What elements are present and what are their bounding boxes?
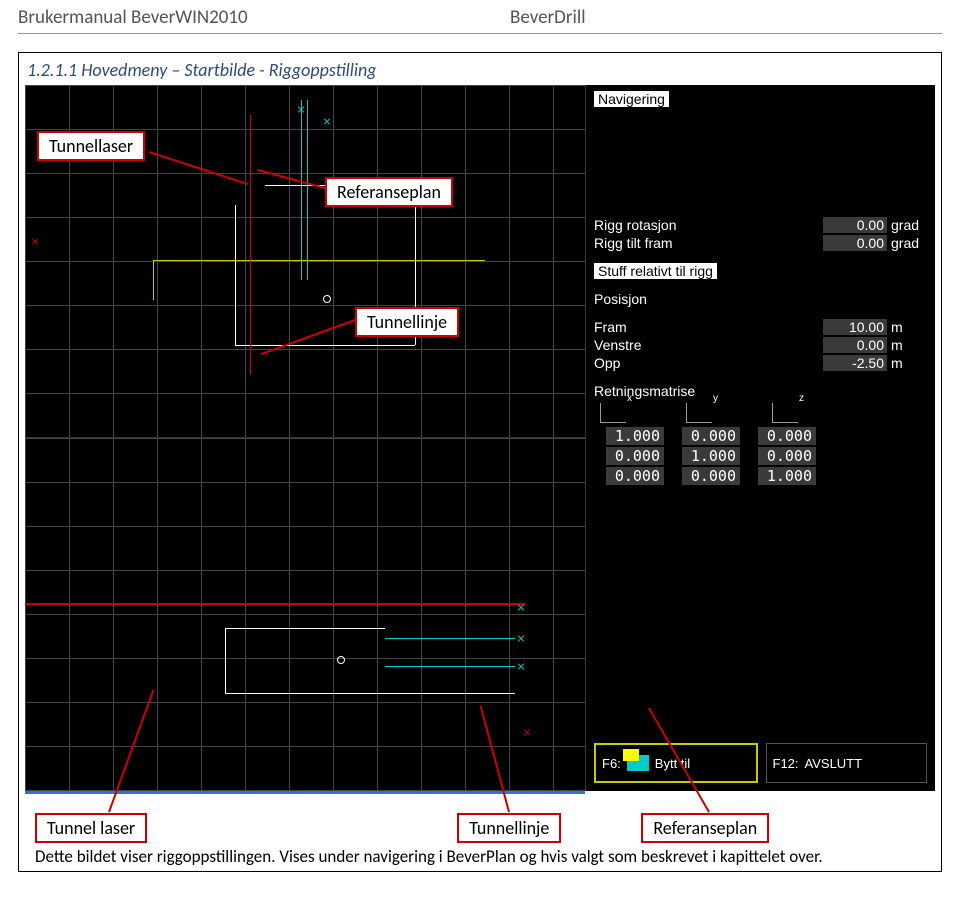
axis-z-icon: z — [772, 403, 798, 423]
info-panel: Navigering Rigg rotasjon 0.00 grad Rigg … — [585, 85, 935, 791]
label: Venstre — [594, 337, 823, 353]
white-line — [225, 628, 226, 693]
value: 0.00 — [823, 235, 887, 251]
value: 10.00 — [823, 319, 887, 335]
unit: m — [891, 337, 927, 353]
red-laser-line — [25, 603, 525, 605]
rigg-tilt-row: Rigg tilt fram 0.00 grad — [594, 235, 927, 251]
callout-tunnellaser: Tunnellaser — [37, 131, 145, 161]
retningsmatrise-label: Retningsmatrise — [594, 383, 927, 399]
cyan-ref-line — [301, 100, 302, 280]
rigg-rotasjon-row: Rigg rotasjon 0.00 grad — [594, 217, 927, 233]
label: Opp — [594, 355, 823, 371]
matrix-cell: 1.000 — [606, 427, 664, 445]
side-view — [25, 438, 585, 791]
white-line — [235, 345, 415, 346]
blue-divider — [25, 791, 585, 794]
value: 0.00 — [823, 217, 887, 233]
axis-x-icon: x — [600, 403, 626, 423]
red-laser-line — [250, 115, 251, 375]
callout-tunnel-laser: Tunnel laser — [35, 813, 147, 843]
doc-title-left: Brukermanual BeverWIN2010 — [18, 6, 480, 29]
doc-title-right: BeverDrill — [480, 6, 942, 29]
cyan-line — [385, 638, 515, 639]
matrix-cell: 1.000 — [682, 447, 740, 465]
posisjon-label: Posisjon — [594, 291, 927, 307]
white-line — [235, 205, 236, 345]
x-marker-red-icon — [31, 237, 39, 245]
label: Rigg rotasjon — [594, 217, 823, 233]
venstre-row: Venstre 0.00 m — [594, 337, 927, 353]
f6-bytt-til-button[interactable]: F6: Bytt til — [594, 743, 758, 783]
x-marker-icon — [517, 662, 525, 670]
x-marker-icon — [323, 117, 331, 125]
callout-referanseplan: Referanseplan — [641, 813, 769, 843]
unit: grad — [891, 235, 927, 251]
app-screenshot-area: Tunnellaser Referanseplan Tunnellinje Na… — [25, 85, 935, 791]
yellow-line — [153, 260, 154, 300]
cyan-line — [385, 666, 515, 667]
direction-matrix: 1.000 0.000 0.000 0.000 1.000 0.000 0.00… — [594, 427, 927, 487]
label: Fram — [594, 319, 823, 335]
circle-marker-icon — [323, 295, 331, 303]
matrix-cell: 0.000 — [758, 447, 816, 465]
grid-background — [25, 438, 585, 791]
matrix-cell: 0.000 — [682, 467, 740, 485]
matrix-cell: 0.000 — [606, 467, 664, 485]
white-line — [225, 693, 515, 694]
yellow-line — [153, 260, 485, 261]
matrix-cell: 1.000 — [758, 467, 816, 485]
caption-text: Dette bildet viser riggoppstillingen. Vi… — [35, 846, 925, 867]
axis-y-icon: y — [686, 403, 712, 423]
cyan-ref-line — [307, 100, 308, 280]
bottom-callouts: Tunnel laser Tunnellinje Referanseplan — [25, 813, 935, 843]
value: 0.00 — [823, 337, 887, 353]
opp-row: Opp -2.50 m — [594, 355, 927, 371]
unit: m — [891, 355, 927, 371]
x-marker-icon — [517, 634, 525, 642]
callout-tunnellinje: Tunnellinje — [355, 307, 459, 337]
callout-tunnellinje: Tunnellinje — [457, 813, 561, 843]
x-marker-icon — [517, 603, 525, 611]
unit: grad — [891, 217, 927, 233]
x-marker-icon — [297, 105, 305, 113]
matrix-cell: 0.000 — [606, 447, 664, 465]
switch-window-icon — [627, 755, 649, 771]
nav-title: Navigering — [594, 91, 669, 107]
f12-key-label: F12: — [773, 756, 799, 771]
content-frame: 1.2.1.1 Hovedmeny – Startbilde - Riggopp… — [18, 52, 942, 872]
fram-row: Fram 10.00 m — [594, 319, 927, 335]
section-stuff-title: Stuff relativt til rigg — [594, 263, 717, 279]
callout-referanseplan: Referanseplan — [325, 177, 453, 207]
axis-icons: x y z — [600, 403, 927, 423]
f6-key-label: F6: — [602, 756, 621, 771]
matrix-cell: 0.000 — [682, 427, 740, 445]
white-line — [225, 628, 385, 629]
circle-marker-icon — [337, 656, 345, 664]
f12-avslutt-button[interactable]: F12: AVSLUTT — [766, 743, 928, 783]
visualization-panel: Tunnellaser Referanseplan Tunnellinje — [25, 85, 585, 791]
header-divider — [18, 33, 942, 34]
label: Rigg tilt fram — [594, 235, 823, 251]
unit: m — [891, 319, 927, 335]
value: -2.50 — [823, 355, 887, 371]
matrix-cell: 0.000 — [758, 427, 816, 445]
f12-text: AVSLUTT — [805, 756, 863, 771]
section-heading: 1.2.1.1 Hovedmeny – Startbilde - Riggopp… — [19, 53, 941, 85]
x-marker-red-icon — [523, 728, 531, 736]
